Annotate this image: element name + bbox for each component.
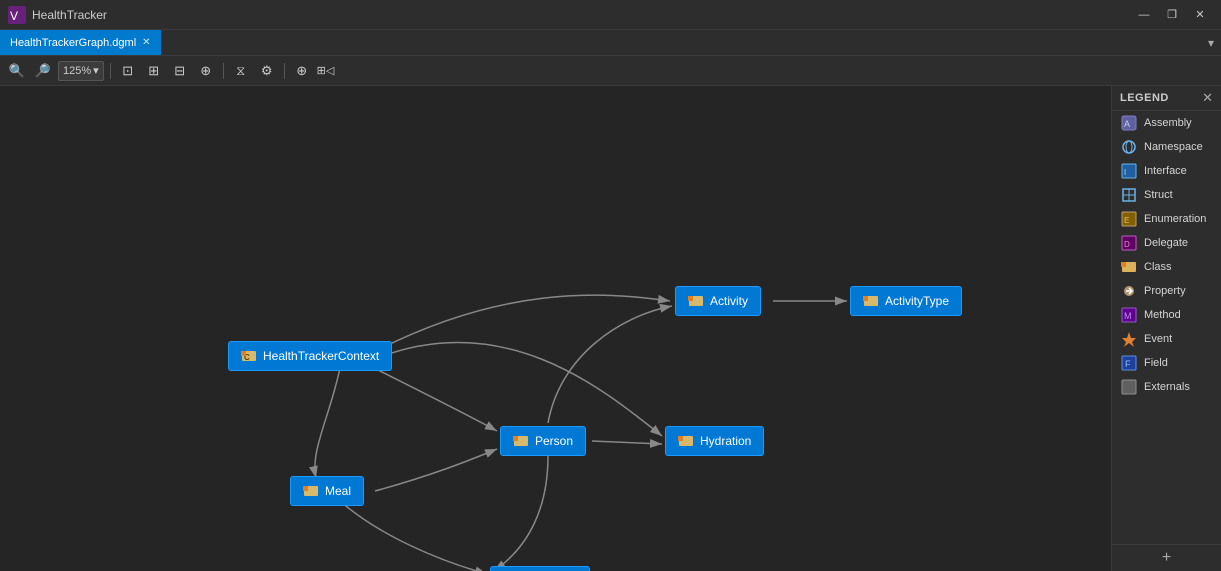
legend-method-icon: M <box>1120 306 1138 324</box>
node-class-icon-activitytype <box>863 293 879 309</box>
expand-button[interactable]: ⊟ <box>169 60 191 82</box>
legend-item-property[interactable]: Property <box>1112 279 1221 303</box>
svg-text:A: A <box>1124 119 1130 129</box>
app-title: HealthTracker <box>32 8 1131 22</box>
legend-panel: LEGEND ✕ A Assembly Namespace <box>1111 86 1221 571</box>
legend-item-event[interactable]: Event <box>1112 327 1221 351</box>
zoom-in-button[interactable]: 🔍 <box>6 60 28 82</box>
vs-logo-icon: V <box>8 6 26 24</box>
node-class-icon: C <box>241 348 257 364</box>
svg-text:I: I <box>1124 168 1126 177</box>
legend-label-interface: Interface <box>1144 165 1187 177</box>
node-label-activitytype: ActivityType <box>885 294 949 308</box>
zoom-control[interactable]: 125% ▾ <box>58 61 104 81</box>
tab-bar: HealthTrackerGraph.dgml ✕ ▾ <box>0 30 1221 56</box>
svg-text:M: M <box>1124 311 1132 321</box>
zoom-dropdown-icon[interactable]: ▾ <box>93 64 99 77</box>
legend-event-icon <box>1120 330 1138 348</box>
legend-item-interface[interactable]: I Interface <box>1112 159 1221 183</box>
legend-label-event: Event <box>1144 333 1172 345</box>
legend-label-externals: Externals <box>1144 381 1190 393</box>
legend-label-struct: Struct <box>1144 189 1173 201</box>
layout-button[interactable]: ⊞ <box>143 60 165 82</box>
toolbar-separator-1 <box>110 63 111 79</box>
restore-button[interactable]: ❐ <box>1159 5 1185 25</box>
node-person[interactable]: Person <box>500 426 586 456</box>
legend-label-assembly: Assembly <box>1144 117 1192 129</box>
legend-title: LEGEND <box>1120 92 1169 104</box>
legend-item-assembly[interactable]: A Assembly <box>1112 111 1221 135</box>
node-hydration[interactable]: Hydration <box>665 426 764 456</box>
legend-class-icon <box>1120 258 1138 276</box>
legend-item-delegate[interactable]: D Delegate <box>1112 231 1221 255</box>
node-label-hydration: Hydration <box>700 434 751 448</box>
legend-item-struct[interactable]: Struct <box>1112 183 1221 207</box>
legend-struct-icon <box>1120 186 1138 204</box>
toolbar-separator-2 <box>223 63 224 79</box>
node-class-icon-activity <box>688 293 704 309</box>
legend-item-field[interactable]: F Field <box>1112 351 1221 375</box>
node-mealtype[interactable]: MealType <box>490 566 590 571</box>
legend-interface-icon: I <box>1120 162 1138 180</box>
node-class-icon-meal <box>303 483 319 499</box>
legend-item-method[interactable]: M Method <box>1112 303 1221 327</box>
legend-label-delegate: Delegate <box>1144 237 1188 249</box>
legend-item-externals[interactable]: Externals <box>1112 375 1221 399</box>
node-label-person: Person <box>535 434 573 448</box>
toolbar: 🔍 🔎 125% ▾ ⊡ ⊞ ⊟ ⊕ ⧖ ⚙ ⊕ ⊞◁ <box>0 56 1221 86</box>
node-meal[interactable]: Meal <box>290 476 364 506</box>
legend-enumeration-icon: E <box>1120 210 1138 228</box>
node-label-meal: Meal <box>325 484 351 498</box>
node-label-healthtrackercontext: HealthTrackerContext <box>263 349 379 363</box>
filter-button[interactable]: ⧖ <box>230 60 252 82</box>
tab-overflow-button[interactable]: ▾ <box>1201 30 1221 55</box>
node-class-icon-hydration <box>678 433 694 449</box>
legend-label-field: Field <box>1144 357 1168 369</box>
legend-item-enumeration[interactable]: E Enumeration <box>1112 207 1221 231</box>
legend-close-icon[interactable]: ✕ <box>1202 90 1213 106</box>
legend-label-namespace: Namespace <box>1144 141 1203 153</box>
legend-delegate-icon: D <box>1120 234 1138 252</box>
legend-label-method: Method <box>1144 309 1181 321</box>
minimize-button[interactable]: — <box>1131 5 1157 25</box>
svg-text:V: V <box>10 9 18 23</box>
settings-button[interactable]: ⚙ <box>256 60 278 82</box>
tab-label: HealthTrackerGraph.dgml <box>10 37 136 49</box>
tab-close-icon[interactable]: ✕ <box>142 37 150 48</box>
legend-header: LEGEND ✕ <box>1112 86 1221 111</box>
svg-text:D: D <box>1124 240 1130 249</box>
node-healthtrackercontext[interactable]: C HealthTrackerContext <box>228 341 392 371</box>
svg-text:E: E <box>1124 216 1129 225</box>
legend-namespace-icon <box>1120 138 1138 156</box>
fit-button[interactable]: ⊡ <box>117 60 139 82</box>
node-class-icon-person <box>513 433 529 449</box>
node-activity[interactable]: Activity <box>675 286 761 316</box>
legend-externals-icon <box>1120 378 1138 396</box>
legend-property-icon <box>1120 282 1138 300</box>
legend-item-class[interactable]: Class <box>1112 255 1221 279</box>
legend-add-button[interactable]: + <box>1112 544 1221 571</box>
zoom-out-button[interactable]: 🔎 <box>32 60 54 82</box>
main-area: C HealthTrackerContext Activity Activity… <box>0 86 1221 571</box>
extra-label: ⊞◁ <box>317 64 335 77</box>
tab-healthtrackergraph[interactable]: HealthTrackerGraph.dgml ✕ <box>0 30 161 55</box>
node-label-activity: Activity <box>710 294 748 308</box>
group-button[interactable]: ⊕ <box>195 60 217 82</box>
window-controls: — ❐ ✕ <box>1131 5 1213 25</box>
legend-label-enumeration: Enumeration <box>1144 213 1206 225</box>
graph-arrows <box>0 86 1111 571</box>
legend-label-property: Property <box>1144 285 1186 297</box>
legend-field-icon: F <box>1120 354 1138 372</box>
close-button[interactable]: ✕ <box>1187 5 1213 25</box>
toolbar-separator-3 <box>284 63 285 79</box>
title-bar: V HealthTracker — ❐ ✕ <box>0 0 1221 30</box>
extra-button[interactable]: ⊕ <box>291 60 313 82</box>
graph-canvas[interactable]: C HealthTrackerContext Activity Activity… <box>0 86 1111 571</box>
legend-assembly-icon: A <box>1120 114 1138 132</box>
svg-text:F: F <box>1125 359 1131 369</box>
node-activitytype[interactable]: ActivityType <box>850 286 962 316</box>
zoom-value: 125% <box>63 65 91 77</box>
legend-label-class: Class <box>1144 261 1172 273</box>
legend-item-namespace[interactable]: Namespace <box>1112 135 1221 159</box>
